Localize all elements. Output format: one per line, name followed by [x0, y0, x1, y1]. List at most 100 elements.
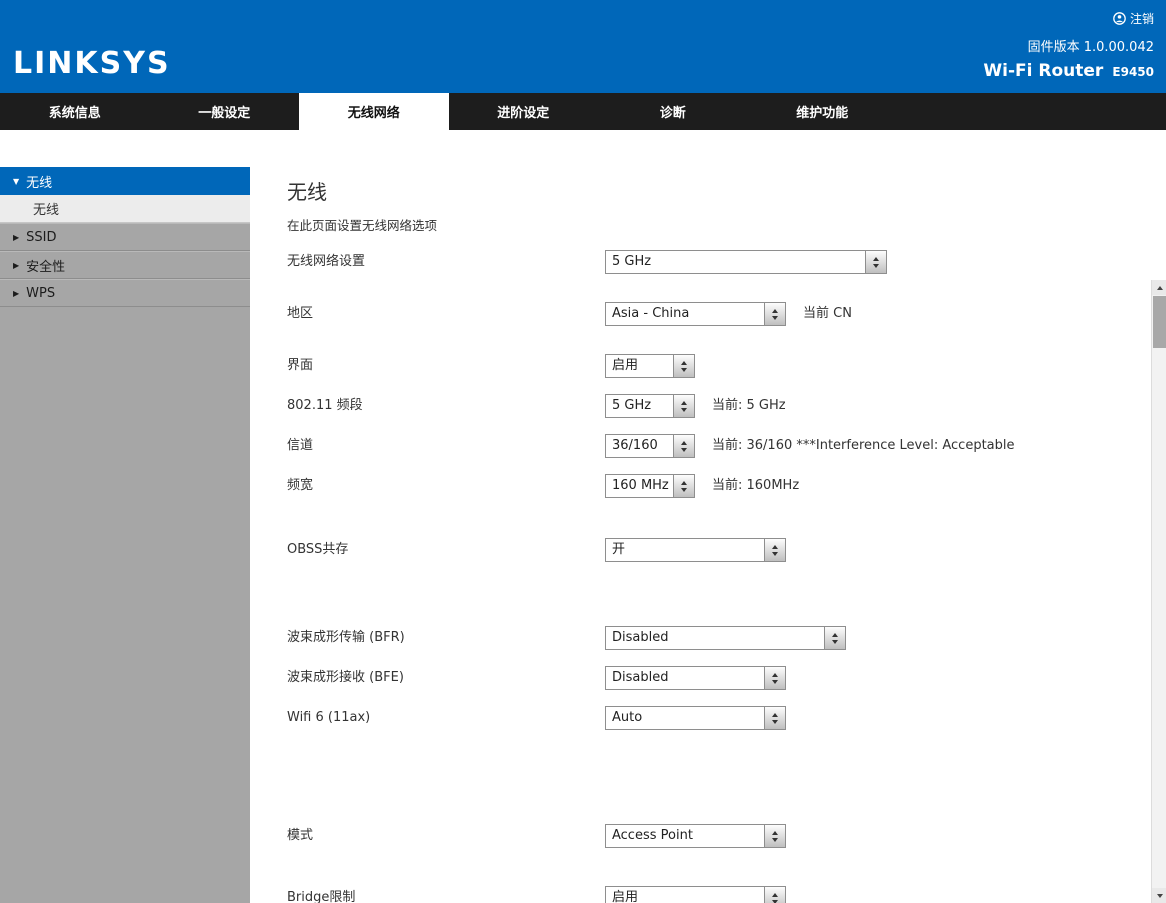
dropdown-value: Auto — [605, 706, 765, 730]
nav-tab[interactable]: 进阶设定 — [449, 93, 599, 130]
field-row: 波束成形接收 (BFE) Disabled — [287, 666, 1151, 690]
stepper-arrows-icon[interactable] — [765, 886, 786, 903]
linksys-logo: LINKSYS — [13, 46, 171, 81]
header: LINKSYS 注销 固件版本 1.0.00.042 Wi-Fi Router … — [0, 0, 1166, 93]
field-dropdown[interactable]: 36/160 — [605, 434, 695, 458]
sidebar-item[interactable]: ▶ SSID — [0, 223, 250, 251]
page-subtitle: 在此页面设置无线网络选项 — [287, 218, 438, 233]
sidebar-item-label: SSID — [26, 229, 57, 245]
field-row: 界面 启用 — [287, 354, 1151, 378]
dropdown-value: 启用 — [605, 354, 674, 378]
nav-tab[interactable]: 维护功能 — [748, 93, 898, 130]
router-admin-page: LINKSYS 注销 固件版本 1.0.00.042 Wi-Fi Router … — [0, 0, 1166, 903]
field-dropdown[interactable]: Disabled — [605, 666, 786, 690]
field-label: 界面 — [287, 358, 314, 373]
field-row: Wifi 6 (11ax) Auto — [287, 706, 1151, 730]
field-row: 802.11 频段 5 GHz 当前: 5 GHz — [287, 394, 1151, 418]
stepper-arrows-icon[interactable] — [674, 394, 695, 418]
field-label: 波束成形接收 (BFE) — [287, 670, 404, 685]
vertical-scrollbar[interactable] — [1151, 280, 1166, 903]
field-row: 频宽 160 MHz 当前: 160MHz — [287, 474, 1151, 498]
model-number: E9450 — [1112, 65, 1154, 79]
stepper-arrows-icon[interactable] — [765, 666, 786, 690]
dropdown-value: 启用 — [605, 886, 765, 903]
nav-tab[interactable]: 系统信息 — [0, 93, 150, 130]
field-label: 波束成形传输 (BFR) — [287, 630, 405, 645]
product-info: Wi-Fi Router E9450 — [983, 61, 1154, 81]
field-dropdown[interactable]: 启用 — [605, 886, 786, 903]
field-label: 信道 — [287, 438, 314, 453]
nav-tab-label: 一般设定 — [198, 106, 251, 121]
field-label: OBSS共存 — [287, 542, 349, 557]
nav-tab-label: 维护功能 — [796, 106, 849, 121]
field-dropdown[interactable]: Asia - China — [605, 302, 786, 326]
dropdown-value: Disabled — [605, 626, 825, 650]
nav-tab[interactable]: 无线网络 — [299, 93, 449, 130]
nav-tab-label: 系统信息 — [48, 106, 101, 121]
field-dropdown[interactable]: Auto — [605, 706, 786, 730]
dropdown-value: Disabled — [605, 666, 765, 690]
dropdown-value: 5 GHz — [605, 394, 674, 418]
logout-link[interactable]: 注销 — [983, 10, 1154, 27]
field-dropdown[interactable]: 开 — [605, 538, 786, 562]
field-dropdown[interactable]: 5 GHz — [605, 250, 887, 274]
stepper-arrows-icon[interactable] — [674, 474, 695, 498]
scroll-up-button[interactable] — [1152, 280, 1166, 295]
nav-tab-label: 诊断 — [659, 106, 686, 121]
sidebar-item[interactable]: ▶ WPS — [0, 279, 250, 307]
field-dropdown[interactable]: Disabled — [605, 626, 846, 650]
field-row: 无线网络设置 5 GHz — [287, 250, 1151, 274]
field-label: 频宽 — [287, 478, 314, 493]
triangle-icon: ▶ — [13, 260, 20, 270]
stepper-arrows-icon[interactable] — [765, 538, 786, 562]
nav-tab[interactable]: 诊断 — [598, 93, 748, 130]
field-row: 波束成形传输 (BFR) Disabled — [287, 626, 1151, 650]
dropdown-value: 160 MHz — [605, 474, 674, 498]
header-right: 注销 固件版本 1.0.00.042 Wi-Fi Router E9450 — [983, 10, 1154, 81]
stepper-arrows-icon[interactable] — [866, 250, 887, 274]
field-dropdown[interactable]: 160 MHz — [605, 474, 695, 498]
field-label: Bridge限制 — [287, 890, 356, 903]
field-label: 无线网络设置 — [287, 254, 366, 269]
stepper-arrows-icon[interactable] — [765, 706, 786, 730]
logout-label: 注销 — [1129, 12, 1154, 26]
field-label: Wifi 6 (11ax) — [287, 710, 371, 725]
field-note: 当前 CN — [803, 306, 852, 321]
field-label: 地区 — [287, 306, 314, 321]
stepper-arrows-icon[interactable] — [674, 354, 695, 378]
sidebar-item[interactable]: ▼ 无线 — [0, 167, 250, 195]
field-row: Bridge限制 启用 — [287, 886, 1151, 903]
dropdown-value: Access Point — [605, 824, 765, 848]
sidebar-item[interactable]: ▶ 安全性 — [0, 251, 250, 279]
field-dropdown[interactable]: 5 GHz — [605, 394, 695, 418]
stepper-arrows-icon[interactable] — [765, 302, 786, 326]
triangle-icon: ▶ — [13, 232, 20, 242]
field-label: 802.11 频段 — [287, 398, 363, 413]
field-dropdown[interactable]: 启用 — [605, 354, 695, 378]
triangle-icon: ▶ — [13, 288, 20, 298]
scrollbar-thumb[interactable] — [1153, 296, 1166, 348]
field-row: OBSS共存 开 — [287, 538, 1151, 562]
stepper-arrows-icon[interactable] — [765, 824, 786, 848]
sidebar-item-label: 安全性 — [26, 259, 66, 275]
triangle-icon: ▼ — [13, 176, 20, 186]
field-dropdown[interactable]: Access Point — [605, 824, 786, 848]
firmware-version: 固件版本 1.0.00.042 — [1027, 40, 1154, 55]
product-name: Wi-Fi Router — [983, 61, 1104, 81]
nav-tab[interactable]: 一般设定 — [150, 93, 300, 130]
scroll-down-button[interactable] — [1152, 888, 1166, 903]
settings-form: 无线网络设置 5 GHz 地区 Asia - China 当前 CN 界面 启用… — [287, 250, 1151, 903]
sidebar-item-label: 无线 — [26, 175, 53, 191]
stepper-arrows-icon[interactable] — [674, 434, 695, 458]
stepper-arrows-icon[interactable] — [825, 626, 846, 650]
sidebar: ▼ 无线 无线 ▶ SSID ▶ 安全性 ▶ WPS — [0, 167, 250, 903]
field-row: 信道 36/160 当前: 36/160 ***Interference Lev… — [287, 434, 1151, 458]
field-note: 当前: 36/160 ***Interference Level: Accept… — [712, 438, 1015, 453]
field-note: 当前: 160MHz — [712, 478, 800, 493]
sidebar-item-label: 无线 — [33, 203, 60, 218]
field-row: 模式 Access Point — [287, 824, 1151, 848]
nav-tab-label: 无线网络 — [347, 106, 400, 121]
sidebar-item[interactable]: 无线 — [0, 195, 250, 223]
field-label: 模式 — [287, 828, 314, 843]
main-panel: 无线 在此页面设置无线网络选项 无线网络设置 5 GHz 地区 Asia - C… — [250, 167, 1151, 903]
